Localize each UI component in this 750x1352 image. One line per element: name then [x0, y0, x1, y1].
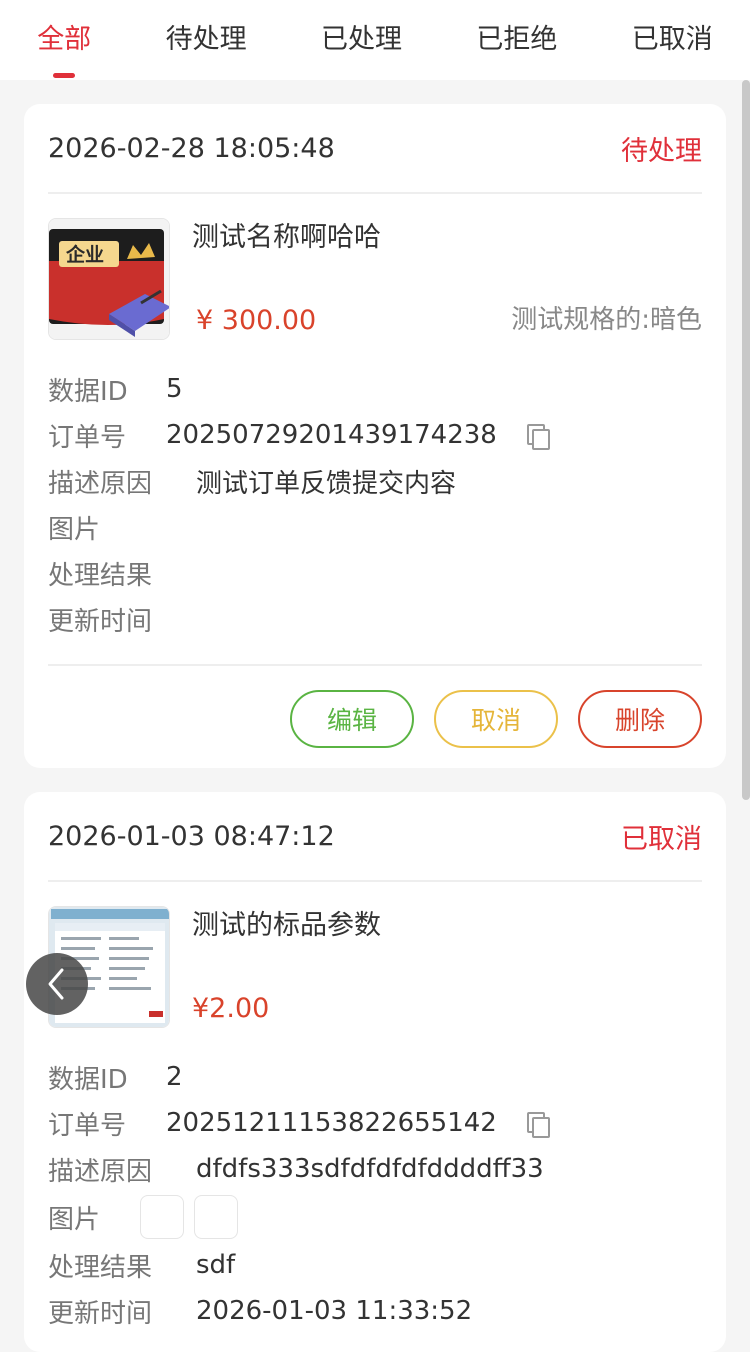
- data-id-row: 数据ID 2: [48, 1054, 702, 1100]
- images-label: 图片: [48, 1204, 101, 1235]
- order-card: 2026-01-03 08:47:12 已取消 测试的标品参数 ¥2.00 数据…: [24, 792, 726, 1352]
- updated-row: 更新时间: [48, 596, 702, 642]
- copy-icon[interactable]: [526, 424, 550, 450]
- order-no-value: 20251211153822655142: [166, 1108, 497, 1138]
- tab-label: 已取消: [631, 24, 713, 55]
- result-row: 处理结果 sdf: [48, 1242, 702, 1288]
- reason-label: 描述原因: [48, 468, 153, 499]
- updated-label: 更新时间: [48, 1298, 153, 1329]
- order-time: 2026-01-03 08:47:12: [48, 820, 335, 852]
- product-thumbnail[interactable]: 企业: [48, 218, 170, 340]
- images-row: 图片: [48, 504, 702, 550]
- status-badge: 待处理: [621, 135, 702, 167]
- tab-label: 全部: [37, 24, 92, 55]
- data-id-label: 数据ID: [48, 376, 128, 407]
- chevron-left-icon: [48, 968, 64, 1000]
- product-name: 测试的标品参数: [192, 910, 381, 941]
- tab-cancelled[interactable]: 已取消: [628, 0, 717, 80]
- card-header: 2026-01-03 08:47:12 已取消: [48, 792, 702, 882]
- enterprise-book-image: 企业: [49, 219, 169, 339]
- result-value: sdf: [196, 1250, 236, 1280]
- order-no-label: 订单号: [48, 422, 127, 453]
- reason-value: 测试订单反馈提交内容: [196, 468, 457, 499]
- order-time: 2026-02-28 18:05:48: [48, 132, 335, 164]
- order-no-row: 订单号 20251211153822655142: [48, 1100, 702, 1146]
- product-price: ¥ 300.00: [196, 305, 317, 336]
- scrollbar[interactable]: [742, 80, 750, 800]
- tab-processed[interactable]: 已处理: [317, 0, 406, 80]
- tab-label: 已拒绝: [476, 24, 558, 55]
- image-thumbnail[interactable]: [194, 1195, 238, 1239]
- updated-row: 更新时间 2026-01-03 11:33:52: [48, 1288, 702, 1334]
- product-row[interactable]: 测试的标品参数 ¥2.00: [48, 882, 702, 1054]
- product-row[interactable]: 企业 测试名称啊哈哈 ¥ 300.00 测试规格的:暗色: [48, 194, 702, 366]
- images-row: 图片: [48, 1192, 702, 1242]
- status-tab-bar: 全部 待处理 已处理 已拒绝 已取消: [0, 0, 750, 80]
- images-label: 图片: [48, 514, 101, 545]
- tab-label: 已处理: [320, 24, 402, 55]
- edit-button[interactable]: 编辑: [290, 690, 414, 748]
- tab-pending[interactable]: 待处理: [162, 0, 251, 80]
- result-label: 处理结果: [48, 560, 153, 591]
- updated-value: 2026-01-03 11:33:52: [196, 1296, 473, 1326]
- thumb-text: 企业: [65, 243, 104, 266]
- status-badge: 已取消: [621, 823, 702, 855]
- order-no-row: 订单号 20250729201439174238: [48, 412, 702, 458]
- data-id-value: 2: [166, 1062, 183, 1092]
- active-tab-indicator: [53, 73, 76, 78]
- product-info: 测试名称啊哈哈 ¥ 300.00 测试规格的:暗色: [192, 218, 702, 340]
- result-label: 处理结果: [48, 1252, 153, 1283]
- card-actions: 编辑 取消 删除: [48, 664, 702, 772]
- copy-icon[interactable]: [526, 1112, 550, 1138]
- tab-all[interactable]: 全部: [33, 0, 95, 80]
- image-thumbnail[interactable]: [140, 1195, 184, 1239]
- delete-button[interactable]: 删除: [578, 690, 702, 748]
- order-card: 2026-02-28 18:05:48 待处理 企业 测试名称啊哈哈 ¥ 300…: [24, 104, 726, 768]
- product-info: 测试的标品参数 ¥2.00: [192, 906, 702, 1028]
- reason-value: dfdfs333sdfdfdfdfddddff33: [196, 1154, 544, 1184]
- product-spec: 测试规格的:暗色: [511, 305, 702, 335]
- cancel-button[interactable]: 取消: [434, 690, 558, 748]
- reason-row: 描述原因 dfdfs333sdfdfdfdfddddff33: [48, 1146, 702, 1192]
- data-id-row: 数据ID 5: [48, 366, 702, 412]
- data-id-label: 数据ID: [48, 1064, 128, 1095]
- reason-row: 描述原因 测试订单反馈提交内容: [48, 458, 702, 504]
- product-name: 测试名称啊哈哈: [192, 222, 381, 253]
- card-header: 2026-02-28 18:05:48 待处理: [48, 104, 702, 194]
- order-details: 数据ID 5 订单号 20250729201439174238 描述原因 测试订…: [48, 366, 702, 642]
- order-no-value: 20250729201439174238: [166, 420, 497, 450]
- back-button[interactable]: [26, 953, 88, 1015]
- updated-label: 更新时间: [48, 606, 153, 637]
- data-id-value: 5: [166, 374, 183, 404]
- order-no-label: 订单号: [48, 1110, 127, 1141]
- result-row: 处理结果: [48, 550, 702, 596]
- reason-label: 描述原因: [48, 1156, 153, 1187]
- order-details: 数据ID 2 订单号 20251211153822655142 描述原因 dfd…: [48, 1054, 702, 1334]
- product-price: ¥2.00: [192, 993, 270, 1024]
- tab-label: 待处理: [165, 24, 247, 55]
- tab-rejected[interactable]: 已拒绝: [472, 0, 561, 80]
